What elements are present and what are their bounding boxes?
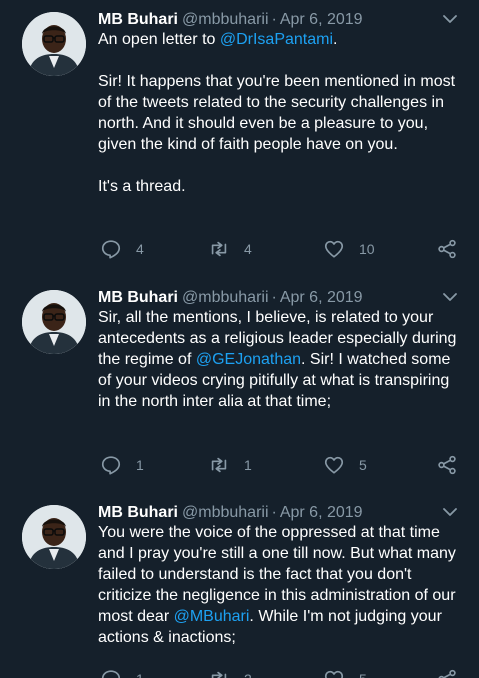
tweet-paragraph: You were the voice of the oppressed at t… [98, 522, 458, 648]
tweet-header: MB Buhari @mbbuharii · Apr 6, 2019 [98, 503, 459, 523]
retweet-count: 1 [244, 457, 252, 473]
user-handle[interactable]: @mbbuharii [182, 11, 269, 28]
avatar[interactable] [22, 12, 86, 76]
tweet-paragraph: Sir, all the mentions, I believe, is rel… [98, 307, 458, 412]
mention-link[interactable]: @MBuhari [174, 608, 250, 625]
chevron-down-icon[interactable] [443, 292, 457, 302]
tweet-date[interactable]: Apr 6, 2019 [280, 289, 363, 306]
reply-icon [101, 240, 121, 259]
tweet-text-segment: An open letter to [98, 31, 220, 48]
reply-icon [101, 456, 121, 475]
retweet-icon [211, 457, 227, 473]
share-icon [438, 669, 456, 678]
separator-dot: · [271, 11, 277, 28]
avatar[interactable] [22, 505, 86, 569]
tweet-text: Sir, all the mentions, I believe, is rel… [98, 307, 458, 412]
user-handle[interactable]: @mbbuharii [182, 289, 269, 306]
share-button[interactable] [436, 667, 458, 678]
reply-count: 4 [136, 241, 144, 257]
chevron-down-icon[interactable] [443, 14, 457, 24]
tweet-paragraph: An open letter to @DrIsaPantami. [98, 29, 458, 50]
heart-icon [324, 456, 344, 474]
retweet-count: 4 [244, 241, 252, 257]
tweet-header: MB Buhari @mbbuharii · Apr 6, 2019 [98, 288, 459, 308]
timeline: MB Buhari @mbbuharii · Apr 6, 2019 An open … [0, 0, 479, 678]
tweet-text: An open letter to @DrIsaPantami. Sir! It… [98, 29, 458, 197]
tweet-date[interactable]: Apr 6, 2019 [280, 11, 363, 28]
tweet-header: MB Buhari @mbbuharii · Apr 6, 2019 [98, 10, 459, 30]
tweet-paragraph: Sir! It happens that you're been mention… [98, 73, 456, 153]
tweet-paragraph: It's a thread. [98, 178, 186, 195]
reply-button[interactable]: 4 [100, 237, 144, 261]
tweet-actions: 1 1 5 [98, 453, 459, 477]
reply-button[interactable]: 1 [100, 667, 144, 678]
like-button[interactable]: 10 [323, 237, 375, 261]
tweet-actions: 1 2 5 [98, 667, 459, 678]
chevron-down-icon[interactable] [443, 507, 457, 517]
user-handle[interactable]: @mbbuharii [182, 504, 269, 521]
reply-count: 1 [136, 457, 144, 473]
like-count: 5 [359, 457, 367, 473]
like-count: 10 [359, 241, 375, 257]
like-button[interactable]: 5 [323, 453, 367, 477]
display-name[interactable]: MB Buhari [98, 504, 178, 521]
share-icon [438, 239, 456, 259]
tweet[interactable]: MB Buhari @mbbuharii · Apr 6, 2019 Sir, all… [0, 278, 479, 490]
like-count: 5 [359, 671, 367, 678]
reply-button[interactable]: 1 [100, 453, 144, 477]
tweet[interactable]: MB Buhari @mbbuharii · Apr 6, 2019 An open … [0, 0, 479, 275]
separator-dot: · [271, 504, 277, 521]
reply-count: 1 [136, 671, 144, 678]
retweet-button[interactable]: 1 [208, 453, 252, 477]
share-icon [438, 455, 456, 475]
retweet-icon [211, 241, 227, 257]
share-button[interactable] [436, 237, 458, 261]
mention-link[interactable]: @DrIsaPantami [220, 31, 333, 48]
tweet-date[interactable]: Apr 6, 2019 [280, 504, 363, 521]
retweet-count: 2 [244, 671, 252, 678]
mention-link[interactable]: @GEJonathan [196, 351, 301, 368]
tweet-text-segment: . [333, 31, 338, 48]
tweet-text: You were the voice of the oppressed at t… [98, 522, 458, 648]
display-name[interactable]: MB Buhari [98, 11, 178, 28]
heart-icon [324, 670, 344, 678]
display-name[interactable]: MB Buhari [98, 289, 178, 306]
heart-icon [324, 240, 344, 258]
reply-icon [101, 670, 121, 678]
tweet[interactable]: MB Buhari @mbbuharii · Apr 6, 2019 You were… [0, 493, 479, 678]
separator-dot: · [271, 289, 277, 306]
avatar[interactable] [22, 290, 86, 354]
retweet-button[interactable]: 4 [208, 237, 252, 261]
tweet-actions: 4 4 10 [98, 237, 459, 261]
like-button[interactable]: 5 [323, 667, 367, 678]
retweet-button[interactable]: 2 [208, 667, 252, 678]
retweet-icon [211, 671, 227, 678]
share-button[interactable] [436, 453, 458, 477]
